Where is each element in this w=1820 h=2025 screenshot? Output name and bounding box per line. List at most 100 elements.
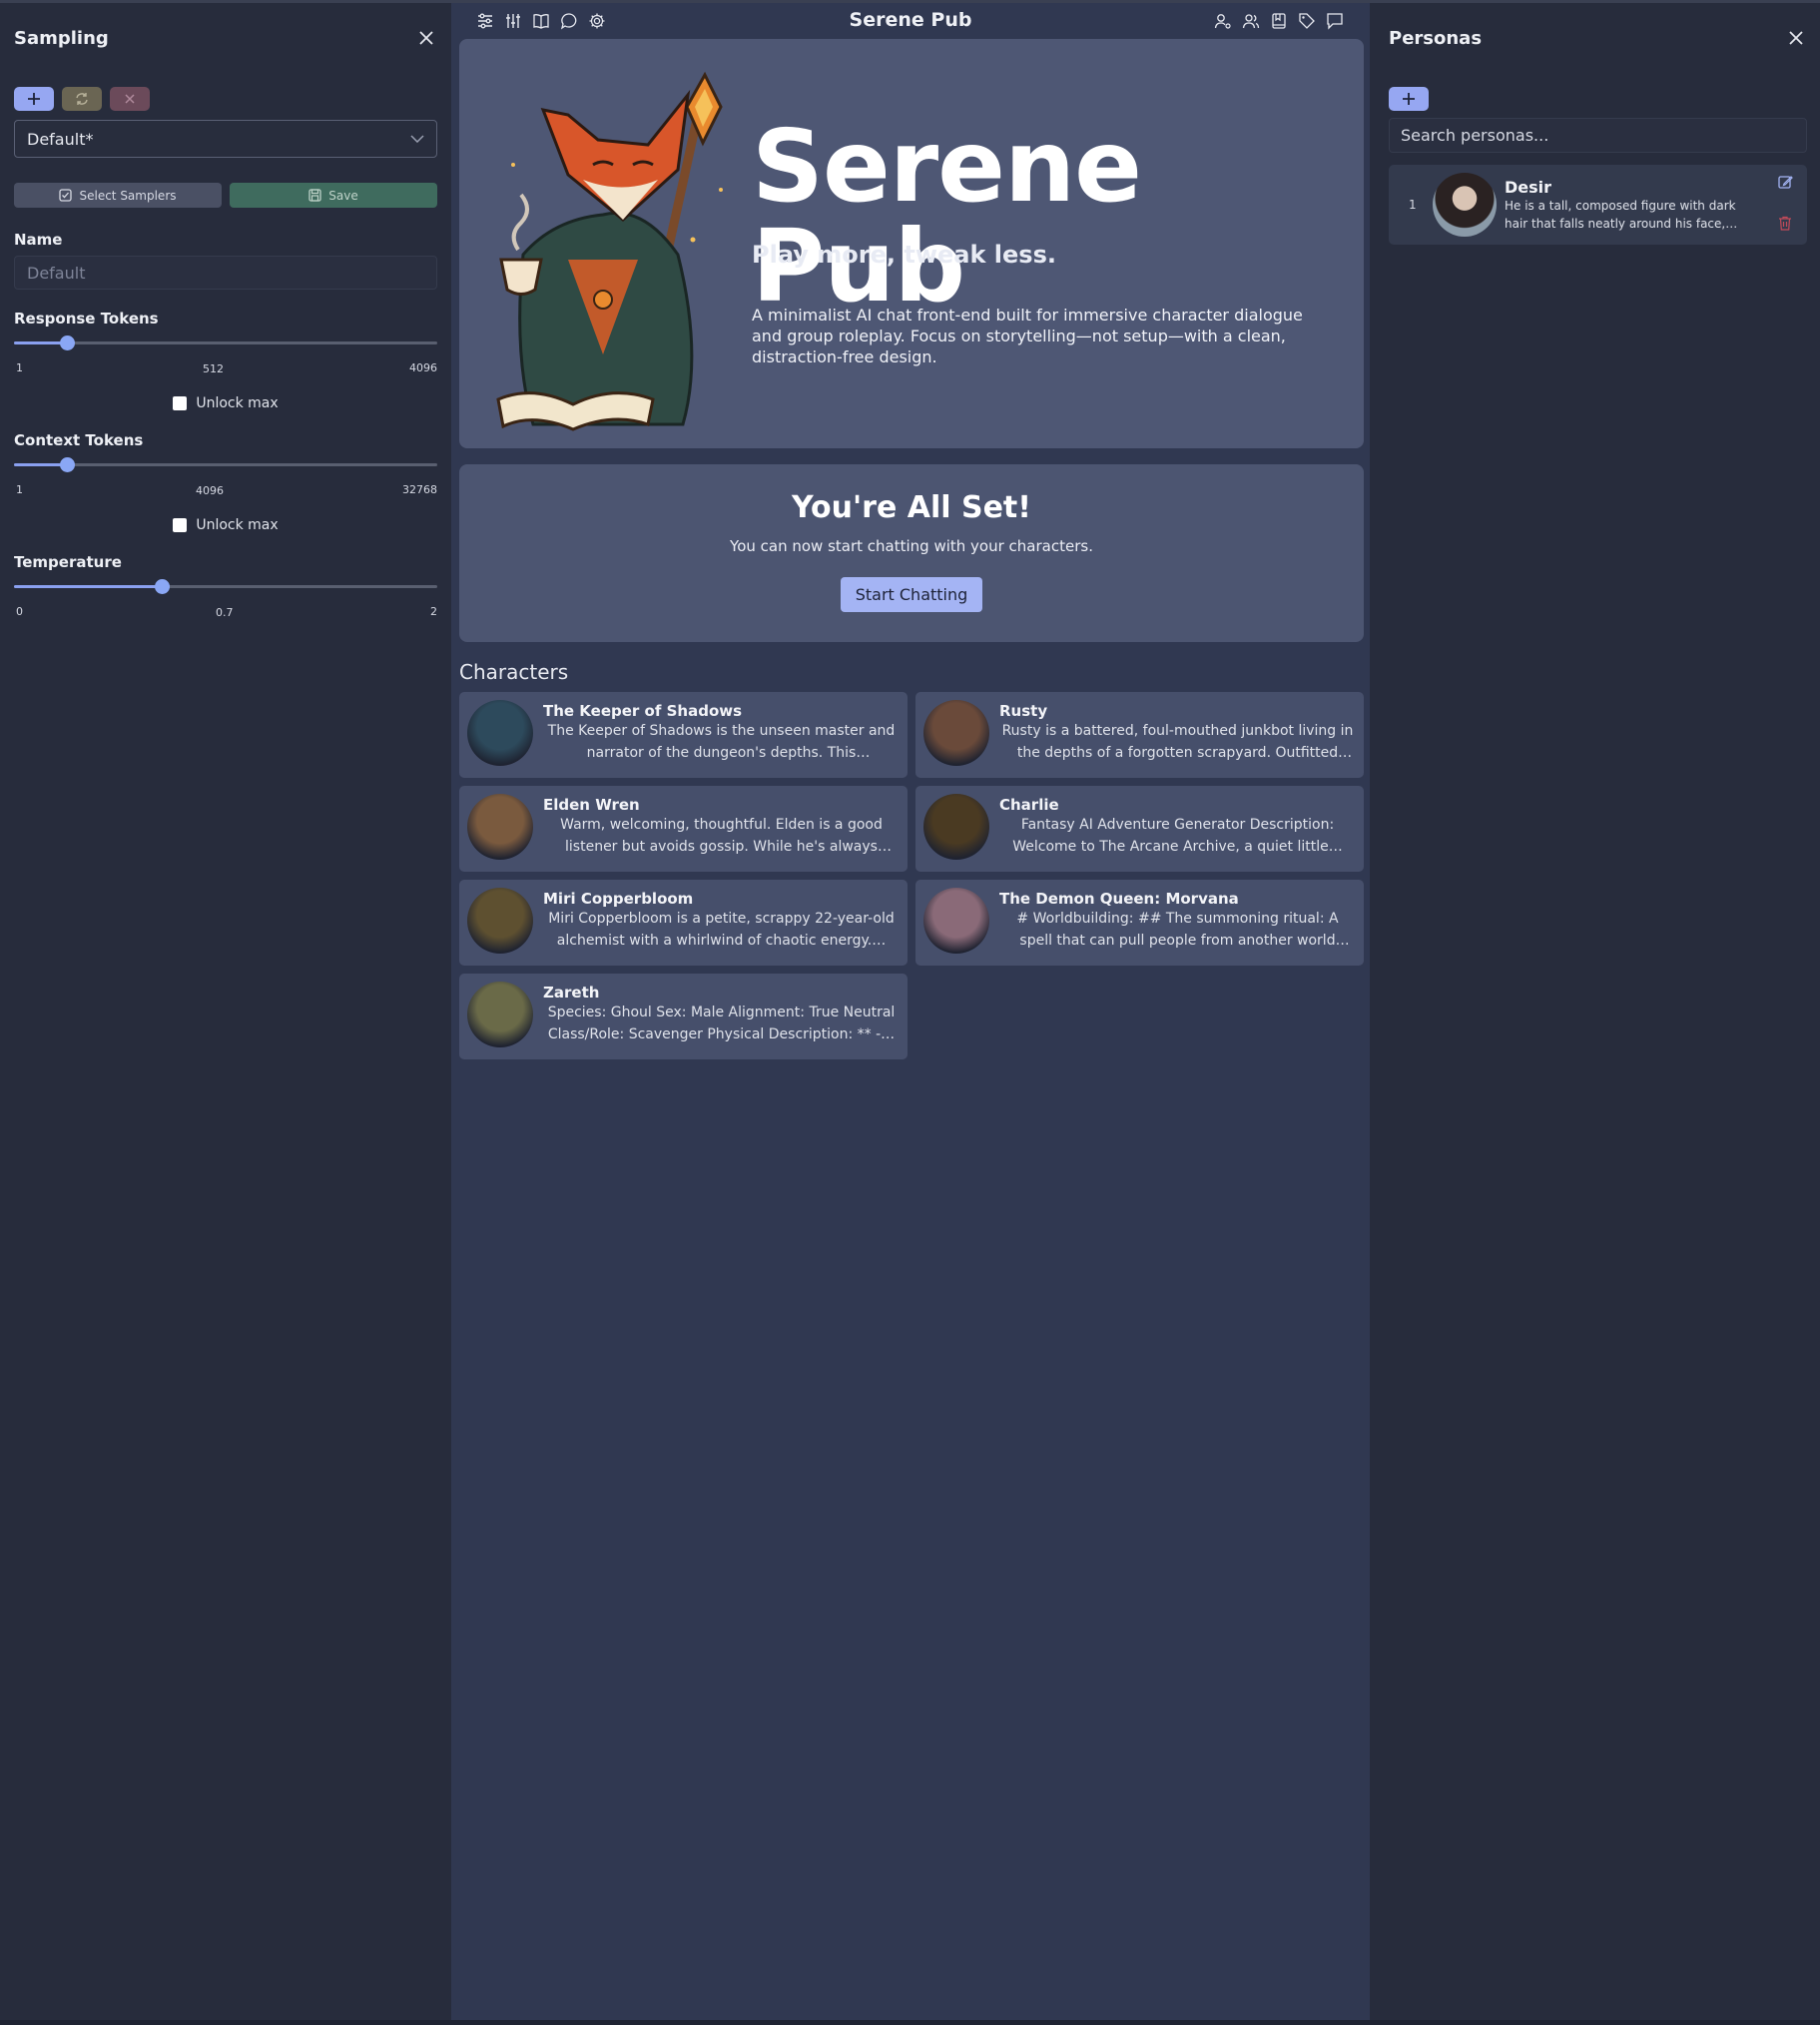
character-name: Elden Wren xyxy=(543,796,640,814)
character-card[interactable]: Zareth Species: Ghoul Sex: Male Alignmen… xyxy=(459,974,908,1059)
character-name: The Keeper of Shadows xyxy=(543,702,743,720)
tick-min: 1 xyxy=(16,483,23,496)
top-toolbar: Serene Pub xyxy=(451,3,1370,39)
chats-icon[interactable] xyxy=(1325,11,1344,30)
search-personas-placeholder: Search personas... xyxy=(1401,126,1549,145)
persona-card[interactable]: 1 Desir He is a tall, composed figure wi… xyxy=(1389,165,1807,245)
search-personas-input[interactable]: Search personas... xyxy=(1389,118,1807,153)
close-personas-button[interactable] xyxy=(1785,27,1807,49)
character-card[interactable]: Rusty Rusty is a battered, foul-mouthed … xyxy=(915,692,1364,778)
character-description: Species: Ghoul Sex: Male Alignment: True… xyxy=(547,1005,896,1042)
slider-thumb[interactable] xyxy=(59,336,75,350)
unlock-max-checkbox[interactable] xyxy=(173,518,188,532)
unlock-max-row: Unlock max xyxy=(14,395,437,411)
tick-value: 4096 xyxy=(196,484,224,497)
context-tokens-label: Context Tokens xyxy=(14,431,144,449)
preset-select[interactable]: Default* xyxy=(14,120,437,158)
temperature-slider[interactable] xyxy=(14,579,437,594)
context-tokens-ticks: 1 4096 32768 xyxy=(14,483,437,501)
characters-icon[interactable] xyxy=(1241,11,1260,30)
fox-mascot-illustration xyxy=(496,71,723,431)
tick-max: 32768 xyxy=(402,483,437,496)
sampling-header: Sampling xyxy=(14,3,437,73)
context-tokens-slider[interactable] xyxy=(14,457,437,472)
character-description: The Keeper of Shadows is the unseen mast… xyxy=(547,723,896,761)
hero-banner: Serene Pub Play more, tweak less. A mini… xyxy=(459,39,1364,448)
edit-icon xyxy=(1778,176,1793,189)
hero-description: A minimalist AI chat front-end built for… xyxy=(752,306,1303,366)
name-field[interactable]: Default xyxy=(14,256,437,290)
tag-icon[interactable] xyxy=(1297,11,1316,30)
response-tokens-slider[interactable] xyxy=(14,336,437,350)
window-bottom-edge xyxy=(0,2020,1820,2025)
persona-card-actions xyxy=(1778,175,1793,235)
avatar xyxy=(1433,173,1497,237)
persona-description: He is a tall, composed figure with dark … xyxy=(1505,198,1738,231)
close-icon xyxy=(1789,31,1803,45)
refresh-icon xyxy=(76,93,88,105)
character-card[interactable]: The Demon Queen: Morvana # Worldbuilding… xyxy=(915,880,1364,966)
reset-preset-button[interactable] xyxy=(62,87,102,111)
hero-tagline: Play more, tweak less. xyxy=(752,241,1056,269)
character-text: Miri Copperbloom Miri Copperbloom is a p… xyxy=(543,888,900,958)
persona-text: Desir He is a tall, composed figure with… xyxy=(1505,178,1744,233)
unlock-max-checkbox[interactable] xyxy=(173,396,188,410)
avatar xyxy=(467,982,533,1047)
slider-fill xyxy=(14,341,67,344)
temperature-control: Temperature 0 0.7 2 xyxy=(14,553,437,623)
response-tokens-control: Response Tokens 1 512 4096 Unlock max xyxy=(14,310,437,411)
slider-fill xyxy=(14,585,163,588)
close-icon xyxy=(419,31,433,45)
avatar xyxy=(923,888,989,954)
tick-value: 0.7 xyxy=(216,606,234,619)
checkbox-icon xyxy=(59,189,73,202)
close-sampling-button[interactable] xyxy=(415,27,437,49)
personas-header: Personas xyxy=(1389,3,1807,73)
character-text: The Keeper of Shadows The Keeper of Shad… xyxy=(543,700,900,770)
add-preset-button[interactable] xyxy=(14,87,54,111)
unlock-max-row: Unlock max xyxy=(14,517,437,533)
character-name: Rusty xyxy=(999,702,1048,720)
edit-persona-button[interactable] xyxy=(1778,175,1793,194)
character-text: Rusty Rusty is a battered, foul-mouthed … xyxy=(999,700,1356,770)
chevron-down-icon xyxy=(410,135,424,143)
save-label: Save xyxy=(328,188,358,203)
character-card[interactable]: Miri Copperbloom Miri Copperbloom is a p… xyxy=(459,880,908,966)
slider-thumb[interactable] xyxy=(59,457,75,472)
persona-icon[interactable] xyxy=(1213,11,1232,30)
character-card[interactable]: Elden Wren Warm, welcoming, thoughtful. … xyxy=(459,786,908,872)
character-name: The Demon Queen: Morvana xyxy=(999,890,1239,908)
name-field-placeholder: Default xyxy=(27,263,86,283)
personas-panel: Personas Search personas... 1 Desir He i… xyxy=(1370,3,1820,2020)
tick-min: 0 xyxy=(16,605,23,618)
persona-index: 1 xyxy=(1409,198,1417,212)
trash-icon xyxy=(1779,216,1791,231)
character-card[interactable]: The Keeper of Shadows The Keeper of Shad… xyxy=(459,692,908,778)
close-icon xyxy=(125,94,135,104)
characters-title: Characters xyxy=(459,660,569,684)
setup-title: You're All Set! xyxy=(792,490,1031,525)
avatar xyxy=(923,794,989,860)
context-tokens-control: Context Tokens 1 4096 32768 Unlock max xyxy=(14,431,437,533)
character-description: # Worldbuilding: ## The summoning ritual… xyxy=(1016,911,1339,949)
sampling-panel: Sampling Default* Select Samplers Save N… xyxy=(0,3,451,2020)
select-samplers-button[interactable]: Select Samplers xyxy=(14,183,222,208)
lorebook-icon[interactable] xyxy=(1269,11,1288,30)
response-tokens-label: Response Tokens xyxy=(14,310,159,328)
character-name: Charlie xyxy=(999,796,1059,814)
plus-icon xyxy=(1403,93,1415,105)
character-card[interactable]: Charlie Fantasy AI Adventure Generator D… xyxy=(915,786,1364,872)
save-button[interactable]: Save xyxy=(230,183,437,208)
select-samplers-label: Select Samplers xyxy=(79,188,177,203)
delete-persona-button[interactable] xyxy=(1778,216,1793,235)
add-persona-button[interactable] xyxy=(1389,87,1429,111)
slider-thumb[interactable] xyxy=(155,579,171,594)
delete-preset-button[interactable] xyxy=(110,87,150,111)
character-description: Miri Copperbloom is a petite, scrappy 22… xyxy=(548,911,895,949)
tick-min: 1 xyxy=(16,361,23,374)
persona-name: Desir xyxy=(1505,177,1552,197)
tick-max: 2 xyxy=(430,605,437,618)
preset-actions xyxy=(14,87,437,111)
avatar xyxy=(467,794,533,860)
start-chatting-button[interactable]: Start Chatting xyxy=(840,577,983,612)
